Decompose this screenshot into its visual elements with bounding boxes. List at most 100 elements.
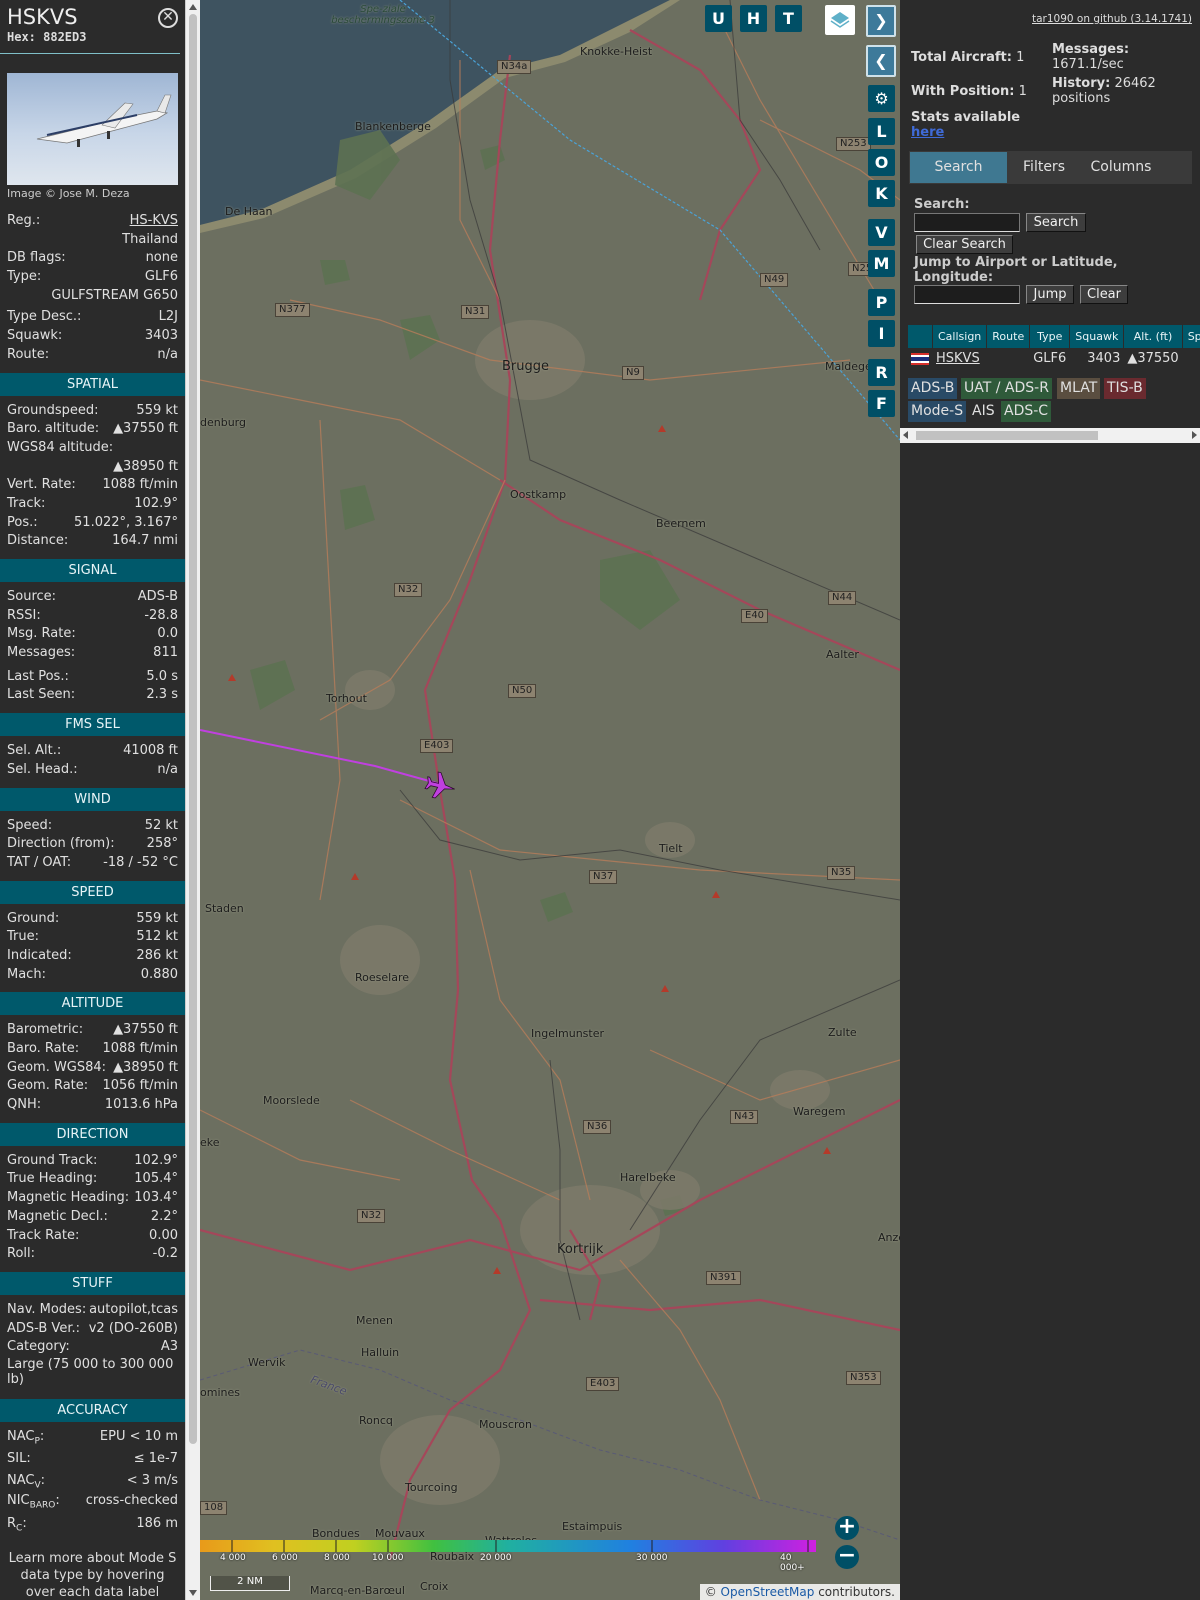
road-shield: N43 — [730, 1110, 759, 1124]
search-label: Search: — [914, 197, 970, 212]
table-scrollbar[interactable] — [900, 428, 1200, 443]
row-alt: ▲37550 — [1127, 351, 1179, 366]
expand-right-icon[interactable]: ❯ — [866, 5, 896, 37]
clear-jump-button[interactable]: Clear — [1080, 285, 1128, 304]
scroll-up-icon[interactable] — [189, 4, 197, 10]
map-label: Zulte — [828, 1026, 857, 1039]
aircraft-photo[interactable] — [7, 73, 178, 185]
section-direction: DIRECTION — [0, 1122, 185, 1146]
jump-input[interactable] — [914, 285, 1020, 304]
map-label: Brugge — [502, 359, 550, 374]
settings-gear-icon[interactable]: ⚙ — [868, 85, 895, 112]
registration-link[interactable]: HS-KVS — [130, 212, 178, 231]
mag-heading-row: Magnetic Heading: 103.4° — [7, 1190, 178, 1206]
toggle-r-button[interactable]: R — [868, 359, 895, 386]
scroll-down-icon[interactable] — [189, 1590, 197, 1596]
zoom-out-icon[interactable]: − — [835, 1545, 859, 1569]
scroll-thumb[interactable] — [916, 431, 1098, 440]
sidebar: tar1090 on github (3.14.1741) Total Airc… — [900, 0, 1200, 1600]
map-label: Tielt — [659, 842, 683, 855]
zoom-in-icon[interactable]: + — [835, 1516, 859, 1540]
altitude-tick: 6 000 — [272, 1553, 298, 1563]
category-description: Large (75 000 to 300 000 lb) — [7, 1356, 174, 1387]
row-callsign[interactable]: HSKVS — [933, 349, 986, 368]
thailand-flag-icon — [908, 349, 932, 368]
legend-ais: AIS — [972, 403, 995, 419]
jump-button[interactable]: Jump — [1026, 285, 1074, 304]
toggle-o-button[interactable]: O — [868, 149, 895, 176]
altitude-tick: 8 000 — [324, 1553, 350, 1563]
tab-filters[interactable]: Filters — [1009, 152, 1079, 183]
map-label: Aalter — [826, 648, 859, 661]
panel-scrollbar[interactable] — [185, 0, 200, 1600]
map-label: denburg — [200, 416, 246, 429]
altitude-tick: 10 000 — [372, 1553, 404, 1563]
toggle-m-button[interactable]: M — [868, 250, 895, 277]
msg-rate-row: Msg. Rate: 0.0 — [7, 626, 178, 642]
stats-link[interactable]: here — [911, 125, 944, 140]
map-label: Harelbeke — [620, 1171, 676, 1184]
tab-search[interactable]: Search — [910, 152, 1007, 183]
road-shield: N50 — [508, 684, 537, 698]
type-name-row: GULFSTREAM G650 — [51, 287, 178, 303]
map-label: Ingelmunster — [531, 1027, 605, 1040]
scroll-thumb[interactable] — [189, 14, 197, 1444]
col-callsign[interactable]: Callsign — [933, 325, 987, 348]
layers-icon[interactable] — [825, 5, 855, 35]
clear-search-button[interactable]: Clear Search — [916, 235, 1013, 254]
col-alt[interactable]: Alt. (ft) — [1124, 325, 1182, 348]
map-label: Waregem — [793, 1105, 846, 1118]
map-label: Oostkamp — [510, 488, 567, 501]
road-shield: 108 — [200, 1501, 228, 1515]
map-label: Estaimpuis — [562, 1520, 623, 1533]
close-icon[interactable]: ✕ — [158, 8, 178, 28]
tat-oat-row: TAT / OAT: -18 / -52 °C — [7, 854, 178, 870]
search-input[interactable] — [914, 213, 1020, 232]
stats-available: Stats available here — [911, 110, 1021, 140]
table-row[interactable]: HSKVS GLF6 3403 ▲37550 — [908, 349, 1200, 368]
road-shield: N35 — [827, 866, 856, 880]
rc-row: RC: 186 m — [7, 1515, 178, 1534]
road-shield: N49 — [760, 273, 789, 287]
toggle-t-button[interactable]: T — [775, 5, 802, 32]
toggle-k-button[interactable]: K — [868, 180, 895, 207]
row-route — [987, 349, 1029, 368]
mag-decl-row: Magnetic Decl.: 2.2° — [7, 1208, 178, 1224]
legend-tisb: TIS-B — [1104, 378, 1146, 399]
toggle-l-button[interactable]: L — [868, 118, 895, 145]
toggle-i-button[interactable]: I — [868, 320, 895, 347]
toggle-h-button[interactable]: H — [740, 5, 767, 32]
road-shield: N353 — [846, 1371, 881, 1385]
toggle-u-button[interactable]: U — [705, 5, 732, 32]
col-type[interactable]: Type — [1030, 325, 1070, 348]
map-label: Kortrijk — [557, 1242, 604, 1257]
tab-columns[interactable]: Columns — [1081, 152, 1161, 183]
toggle-p-button[interactable]: P — [868, 289, 895, 316]
road-shield: N253 — [836, 137, 871, 151]
flight-track — [200, 729, 441, 785]
type-row: Type: GLF6 — [7, 269, 178, 285]
col-spd[interactable]: Spd — [1182, 325, 1200, 348]
road-shield: E403 — [420, 739, 454, 753]
col-squawk[interactable]: Squawk — [1070, 325, 1124, 348]
col-route[interactable]: Route — [987, 325, 1030, 348]
osm-link[interactable]: OpenStreetMap — [721, 1585, 815, 1599]
geom-wgs-row: Geom. WGS84: ▲38950 ft — [7, 1059, 178, 1075]
collapse-left-icon[interactable]: ❮ — [866, 45, 896, 77]
true-heading-row: True Heading: 105.4° — [7, 1171, 178, 1187]
map[interactable]: Knokke-Heist Blankenberge De Haan Brugge… — [200, 0, 900, 1600]
map-label: De Haan — [225, 205, 273, 218]
geom-rate-row: Geom. Rate: 1056 ft/min — [7, 1078, 178, 1094]
photo-credit: Image © Jose M. Deza — [7, 187, 130, 200]
github-link[interactable]: tar1090 on github (3.14.1741) — [1032, 13, 1192, 25]
scroll-right-icon[interactable] — [1192, 431, 1197, 439]
map-label: Spe-ziale beschermingszone 3 — [331, 4, 435, 26]
toggle-f-button[interactable]: F — [868, 390, 895, 417]
scroll-left-icon[interactable] — [903, 431, 908, 439]
search-button[interactable]: Search — [1026, 213, 1086, 232]
groundspeed-row: Groundspeed: 559 kt — [7, 402, 178, 418]
toggle-v-button[interactable]: V — [868, 219, 895, 246]
road-shield: N36 — [583, 1120, 612, 1134]
baro-rate-row: Baro. Rate: 1088 ft/min — [7, 1041, 178, 1056]
map-label: Mouscron — [479, 1418, 532, 1431]
